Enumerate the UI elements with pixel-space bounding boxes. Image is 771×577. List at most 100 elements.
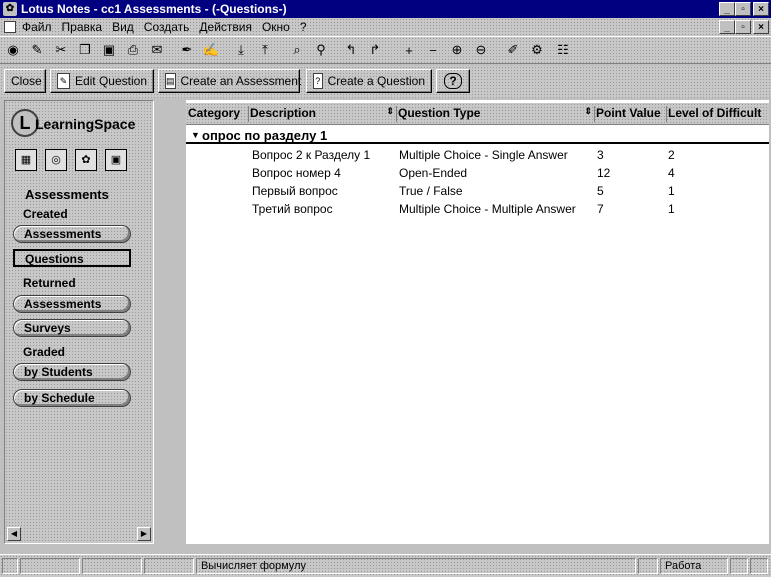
column-question-type[interactable]: Question Type ⇕ xyxy=(398,106,595,122)
edit-question-button[interactable]: ✎ Edit Question xyxy=(50,69,154,93)
graded-label: Graded xyxy=(23,345,66,359)
window-title: Lotus Notes - cc1 Assessments - (-Questi… xyxy=(21,2,287,16)
learningspace-logo: L LearningSpace xyxy=(11,109,151,143)
close-button[interactable]: × xyxy=(753,2,769,16)
status-location[interactable]: Работа xyxy=(660,558,728,574)
link-icon[interactable]: ↱ xyxy=(364,40,386,60)
created-assessments-link[interactable]: Assessments xyxy=(13,225,131,243)
column-category-label: Category xyxy=(188,106,241,120)
create-assessment-button[interactable]: ▤ Create an Assessment xyxy=(158,69,301,93)
profiles-icon[interactable]: ▣ xyxy=(105,149,127,171)
menu-bar: Файл Правка Вид Создать Действия Окно ? … xyxy=(0,18,771,36)
doc-minimize-button[interactable]: _ xyxy=(719,20,735,34)
paste-icon[interactable]: ▣ xyxy=(98,40,120,60)
menu-help[interactable]: ? xyxy=(300,20,307,34)
column-point-value-label: Point Value xyxy=(596,106,661,120)
filter-icon[interactable]: ⚲ xyxy=(310,40,332,60)
status-size-segment[interactable] xyxy=(82,558,142,574)
smarticon-toolbar: ◉ ✎ ✂ ❐ ▣ ⎙ ✉ ✒ ✍ ⤓ ⤒ ⌕ ⚲ ↰ ↱ + − ⊕ ⊖ ✐ … xyxy=(0,36,771,64)
navigate-icon[interactable]: ⊕ xyxy=(446,40,468,60)
row-point-value: 3 xyxy=(597,148,604,162)
mail-icon[interactable]: ✉ xyxy=(146,40,168,60)
document-icon[interactable] xyxy=(4,21,16,33)
menu-view[interactable]: Вид xyxy=(112,20,134,34)
returned-assessments-link[interactable]: Assessments xyxy=(13,295,131,313)
course-room-icon[interactable]: ✿ xyxy=(75,149,97,171)
menu-edit[interactable]: Правка xyxy=(62,20,103,34)
properties-icon[interactable]: ⚙ xyxy=(526,40,548,60)
cut-icon[interactable]: ✂ xyxy=(50,40,72,60)
row-description: Вопрос номер 4 xyxy=(252,166,341,180)
created-questions-link[interactable]: Questions xyxy=(13,249,131,267)
graded-by-schedule-link[interactable]: by Schedule xyxy=(13,389,131,407)
status-message: Вычисляет формулу xyxy=(196,558,636,574)
import-icon[interactable]: ⤓ xyxy=(230,40,252,60)
title-bar: ✿ Lotus Notes - cc1 Assessments - (-Ques… xyxy=(0,0,771,18)
questions-view: Category Description ⇕ Question Type ⇕ P… xyxy=(156,100,769,544)
status-access-icon[interactable] xyxy=(750,558,768,574)
edit-icon[interactable]: ✍ xyxy=(200,40,222,60)
row-description: Третий вопрос xyxy=(252,202,333,216)
status-alert-icon[interactable] xyxy=(638,558,658,574)
export-icon[interactable]: ⤒ xyxy=(254,40,276,60)
create-question-button[interactable]: ? Create a Question xyxy=(306,69,432,93)
doc-close-button[interactable]: × xyxy=(753,20,769,34)
twistie-expanded-icon[interactable]: ▼ xyxy=(191,130,200,140)
view-icon[interactable]: ☷ xyxy=(552,40,574,60)
scroll-right-icon[interactable]: ▶ xyxy=(137,527,151,541)
table-row[interactable]: Первый вопрос True / False 5 1 xyxy=(186,182,769,200)
menu-window[interactable]: Окно xyxy=(262,20,290,34)
status-bar: Вычисляет формулу Работа xyxy=(0,554,771,577)
expand-icon[interactable]: + xyxy=(398,40,420,60)
status-font-segment[interactable] xyxy=(20,558,80,574)
media-center-icon[interactable]: ◎ xyxy=(45,149,67,171)
view-selection-margin[interactable] xyxy=(156,100,186,544)
table-row[interactable]: Вопрос номер 4 Open-Ended 12 4 xyxy=(186,164,769,182)
column-header: Category Description ⇕ Question Type ⇕ P… xyxy=(186,103,769,125)
column-category[interactable]: Category xyxy=(188,106,249,122)
schedule-icon[interactable]: ▦ xyxy=(15,149,37,171)
sort-icon[interactable]: ⇕ xyxy=(584,106,592,117)
menu-create[interactable]: Создать xyxy=(144,20,190,34)
menu-file[interactable]: Файл xyxy=(22,20,52,34)
print-icon[interactable]: ⎙ xyxy=(122,40,144,60)
returned-surveys-link[interactable]: Surveys xyxy=(13,319,131,337)
tools-icon[interactable]: ✐ xyxy=(502,40,524,60)
search-icon[interactable]: ⌕ xyxy=(286,40,308,60)
table-row[interactable]: Вопрос 2 к Разделу 1 Multiple Choice - S… xyxy=(186,146,769,164)
table-row[interactable]: Третий вопрос Multiple Choice - Multiple… xyxy=(186,200,769,218)
collapse-icon[interactable]: − xyxy=(422,40,444,60)
help-label: ? xyxy=(444,73,462,89)
column-point-value[interactable]: Point Value xyxy=(596,106,667,122)
column-level-of-difficulty[interactable]: Level of Difficult xyxy=(668,106,768,122)
move-icon[interactable]: ↰ xyxy=(340,40,362,60)
shrink-icon[interactable]: ⊖ xyxy=(470,40,492,60)
graded-by-students-link[interactable]: by Students xyxy=(13,363,131,381)
maximize-button[interactable]: ▫ xyxy=(735,2,751,16)
row-point-value: 7 xyxy=(597,202,604,216)
copy-icon[interactable]: ❐ xyxy=(74,40,96,60)
status-mail-icon[interactable] xyxy=(730,558,748,574)
category-row[interactable]: ▼ опрос по разделу 1 xyxy=(186,128,769,144)
column-description[interactable]: Description ⇕ xyxy=(250,106,397,122)
lotus-notes-icon[interactable]: ✿ xyxy=(3,2,17,16)
category-label: опрос по разделу 1 xyxy=(202,128,328,143)
column-question-type-label: Question Type xyxy=(398,106,481,120)
status-style-segment[interactable] xyxy=(144,558,194,574)
scroll-left-icon[interactable]: ◀ xyxy=(7,527,21,541)
database-icon[interactable]: ✎ xyxy=(26,40,48,60)
open-icon[interactable]: ◉ xyxy=(2,40,24,60)
sort-icon[interactable]: ⇕ xyxy=(386,106,394,117)
navigator-pane: L LearningSpace ▦ ◎ ✿ ▣ Assessments Crea… xyxy=(4,100,154,544)
pen-icon[interactable]: ✒ xyxy=(176,40,198,60)
menu-actions[interactable]: Действия xyxy=(199,20,252,34)
assessments-heading: Assessments xyxy=(25,187,109,202)
row-level: 2 xyxy=(668,148,675,162)
help-button[interactable]: ? xyxy=(436,69,470,93)
navigator-horizontal-scrollbar[interactable]: ◀ ▶ xyxy=(7,527,151,541)
row-level: 4 xyxy=(668,166,675,180)
status-indicator-1[interactable] xyxy=(2,558,18,574)
close-action-button[interactable]: Close xyxy=(4,69,46,93)
minimize-button[interactable]: _ xyxy=(719,2,735,16)
doc-restore-button[interactable]: ▫ xyxy=(735,20,751,34)
